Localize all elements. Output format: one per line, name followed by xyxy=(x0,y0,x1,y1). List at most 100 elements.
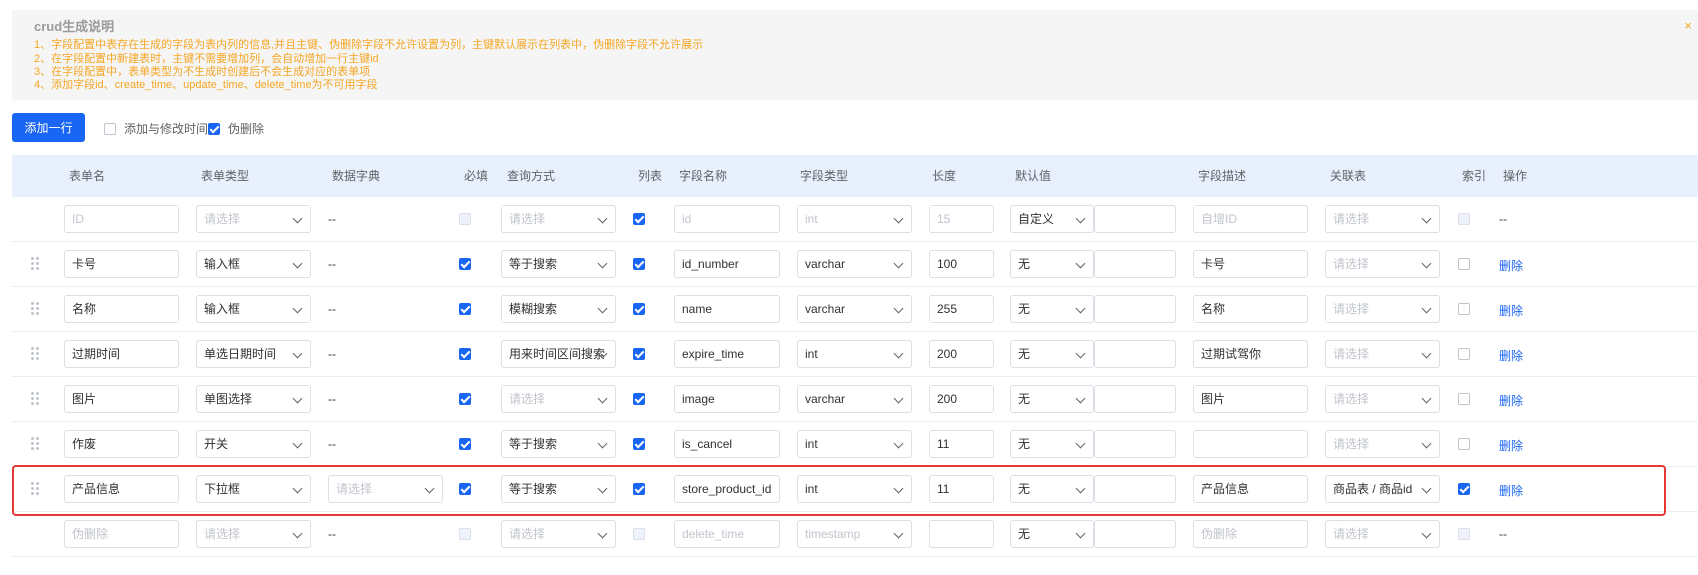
length-input[interactable]: 11 xyxy=(929,475,994,503)
list-checkbox[interactable] xyxy=(633,213,645,225)
index-checkbox[interactable] xyxy=(1458,528,1470,540)
default-value-input[interactable] xyxy=(1094,520,1176,548)
field-desc-input[interactable]: 名称 xyxy=(1193,295,1308,323)
form-type-select[interactable]: 单图选择 xyxy=(196,385,311,413)
length-input[interactable]: 200 xyxy=(929,340,994,368)
form-type-select[interactable]: 开关 xyxy=(196,430,311,458)
index-checkbox[interactable] xyxy=(1458,348,1470,360)
default-mode-select[interactable]: 无 xyxy=(1010,385,1094,413)
length-input[interactable]: 100 xyxy=(929,250,994,278)
default-value-input[interactable] xyxy=(1094,430,1176,458)
form-name-input[interactable]: 产品信息 xyxy=(64,475,179,503)
list-checkbox[interactable] xyxy=(633,348,645,360)
query-select[interactable]: 模糊搜索 xyxy=(501,295,616,323)
query-select[interactable]: 等于搜索 xyxy=(501,475,616,503)
drag-handle-icon[interactable] xyxy=(31,347,41,361)
field-type-select[interactable]: int xyxy=(797,430,912,458)
required-checkbox[interactable] xyxy=(459,258,471,270)
form-type-select[interactable]: 下拉框 xyxy=(196,475,311,503)
default-value-input[interactable] xyxy=(1094,475,1176,503)
form-type-select[interactable]: 输入框 xyxy=(196,295,311,323)
field-desc-input[interactable]: 伪删除 xyxy=(1193,520,1308,548)
form-name-input[interactable]: 作废 xyxy=(64,430,179,458)
default-value-input[interactable] xyxy=(1094,295,1176,323)
form-name-input[interactable]: 卡号 xyxy=(64,250,179,278)
relation-select[interactable]: 请选择 xyxy=(1325,520,1440,548)
length-input[interactable]: 11 xyxy=(929,430,994,458)
required-checkbox[interactable] xyxy=(459,528,471,540)
required-checkbox[interactable] xyxy=(459,438,471,450)
field-name-input[interactable]: name xyxy=(674,295,780,323)
drag-handle-icon[interactable] xyxy=(31,257,41,271)
default-value-input[interactable] xyxy=(1094,250,1176,278)
checkbox-icon[interactable] xyxy=(104,122,116,135)
field-desc-input[interactable]: 卡号 xyxy=(1193,250,1308,278)
add-row-button[interactable]: 添加一行 xyxy=(12,113,85,142)
drag-handle-icon[interactable] xyxy=(31,482,41,496)
list-checkbox[interactable] xyxy=(633,393,645,405)
list-checkbox[interactable] xyxy=(633,303,645,315)
form-type-select[interactable]: 输入框 xyxy=(196,250,311,278)
index-checkbox[interactable] xyxy=(1458,483,1470,495)
field-desc-input[interactable] xyxy=(1193,430,1308,458)
field-desc-input[interactable]: 过期试驾你 xyxy=(1193,340,1308,368)
form-name-input[interactable]: 伪删除 xyxy=(64,520,179,548)
delete-link[interactable]: 删除 xyxy=(1499,302,1523,319)
index-checkbox[interactable] xyxy=(1458,258,1470,270)
query-select[interactable]: 等于搜索 xyxy=(501,430,616,458)
field-desc-input[interactable]: 自增ID xyxy=(1193,205,1308,233)
query-select[interactable]: 请选择 xyxy=(501,205,616,233)
delete-link[interactable]: 删除 xyxy=(1499,347,1523,364)
relation-select[interactable]: 请选择 xyxy=(1325,295,1440,323)
default-mode-select[interactable]: 无 xyxy=(1010,475,1094,503)
drag-handle-icon[interactable] xyxy=(31,437,41,451)
required-checkbox[interactable] xyxy=(459,483,471,495)
index-checkbox[interactable] xyxy=(1458,393,1470,405)
list-checkbox[interactable] xyxy=(633,528,645,540)
relation-select[interactable]: 请选择 xyxy=(1325,205,1440,233)
dict-select[interactable]: 请选择 xyxy=(328,475,443,503)
delete-link[interactable]: 删除 xyxy=(1499,482,1523,499)
query-select[interactable]: 请选择 xyxy=(501,520,616,548)
field-type-select[interactable]: timestamp xyxy=(797,520,912,548)
checkbox-icon[interactable] xyxy=(208,122,220,135)
query-select[interactable]: 请选择 xyxy=(501,385,616,413)
default-mode-select[interactable]: 无 xyxy=(1010,430,1094,458)
field-name-input[interactable]: id xyxy=(674,205,780,233)
query-select[interactable]: 等于搜索 xyxy=(501,250,616,278)
default-mode-select[interactable]: 无 xyxy=(1010,295,1094,323)
field-name-input[interactable]: image xyxy=(674,385,780,413)
relation-select[interactable]: 商品表 / 商品id xyxy=(1325,475,1440,503)
length-input[interactable]: 255 xyxy=(929,295,994,323)
required-checkbox[interactable] xyxy=(459,393,471,405)
index-checkbox[interactable] xyxy=(1458,438,1470,450)
relation-select[interactable]: 请选择 xyxy=(1325,385,1440,413)
list-checkbox[interactable] xyxy=(633,438,645,450)
form-type-select[interactable]: 单选日期时间 xyxy=(196,340,311,368)
field-desc-input[interactable]: 产品信息 xyxy=(1193,475,1308,503)
form-name-input[interactable]: 图片 xyxy=(64,385,179,413)
relation-select[interactable]: 请选择 xyxy=(1325,250,1440,278)
form-name-input[interactable]: 名称 xyxy=(64,295,179,323)
field-name-input[interactable]: delete_time xyxy=(674,520,780,548)
field-type-select[interactable]: int xyxy=(797,475,912,503)
required-checkbox[interactable] xyxy=(459,348,471,360)
default-value-input[interactable] xyxy=(1094,205,1176,233)
form-name-input[interactable]: 过期时间 xyxy=(64,340,179,368)
field-type-select[interactable]: int xyxy=(797,340,912,368)
list-checkbox[interactable] xyxy=(633,258,645,270)
required-checkbox[interactable] xyxy=(459,213,471,225)
length-input[interactable]: 200 xyxy=(929,385,994,413)
form-type-select[interactable]: 请选择 xyxy=(196,205,311,233)
timestamps-checkbox[interactable]: 添加与修改时间 xyxy=(104,120,208,137)
field-name-input[interactable]: store_product_id xyxy=(674,475,780,503)
close-icon[interactable]: × xyxy=(1684,18,1692,33)
field-name-input[interactable]: is_cancel xyxy=(674,430,780,458)
field-type-select[interactable]: varchar xyxy=(797,295,912,323)
query-select[interactable]: 用来时间区间搜索 xyxy=(501,340,616,368)
delete-link[interactable]: 删除 xyxy=(1499,392,1523,409)
default-mode-select[interactable]: 无 xyxy=(1010,340,1094,368)
index-checkbox[interactable] xyxy=(1458,213,1470,225)
default-mode-select[interactable]: 自定义 xyxy=(1010,205,1094,233)
default-mode-select[interactable]: 无 xyxy=(1010,520,1094,548)
